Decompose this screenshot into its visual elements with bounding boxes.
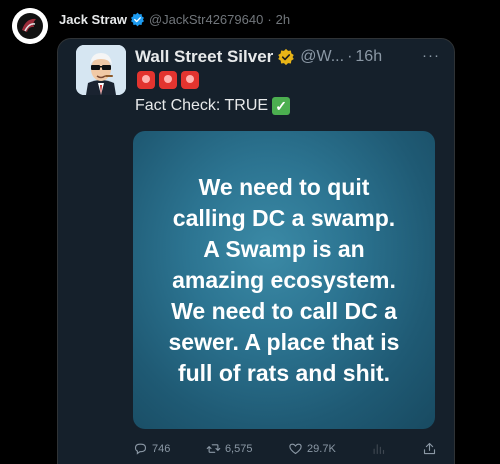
share-icon bbox=[423, 442, 436, 455]
like-button[interactable]: 29.7K bbox=[288, 441, 336, 456]
outer-tweet: Jack Straw @JackStr42679640 · 2h Wall St… bbox=[0, 0, 500, 464]
quoted-tweet-header: Wall Street Silver @W... · 16h bbox=[135, 45, 382, 69]
emoji-row bbox=[137, 71, 199, 89]
rotating-light-icon bbox=[137, 71, 155, 89]
tweet-image[interactable]: We need to quit calling DC a swamp. A Sw… bbox=[133, 131, 435, 429]
fact-check-text: Fact Check: TRUE bbox=[135, 97, 269, 114]
separator: · bbox=[347, 48, 353, 65]
check-mark-icon: ✓ bbox=[272, 97, 291, 115]
rotating-light-icon bbox=[159, 71, 177, 89]
avatar[interactable] bbox=[12, 8, 48, 44]
meme-line: A Swamp is an bbox=[203, 235, 365, 262]
reply-count: 746 bbox=[152, 442, 171, 455]
avatar-image bbox=[76, 45, 126, 95]
timestamp[interactable]: 2h bbox=[276, 12, 290, 27]
author-name[interactable]: Wall Street Silver bbox=[135, 47, 273, 67]
meme-line: We need to call DC a bbox=[171, 297, 397, 324]
like-count: 29.7K bbox=[307, 442, 336, 455]
retweet-button[interactable]: 6,575 bbox=[206, 441, 253, 456]
author-handle[interactable]: @JackStr42679640 bbox=[149, 12, 263, 27]
reply-icon bbox=[134, 443, 147, 455]
meme-line: sewer. A place that is bbox=[168, 328, 400, 355]
avatar[interactable] bbox=[76, 45, 126, 95]
meme-line: calling DC a swamp. bbox=[172, 204, 396, 231]
retweet-icon bbox=[206, 444, 221, 453]
share-button[interactable] bbox=[422, 441, 437, 456]
meme-line: full of rats and shit. bbox=[177, 359, 391, 386]
verified-badge-icon bbox=[130, 12, 144, 26]
meme-line: amazing ecosystem. bbox=[172, 266, 396, 293]
views-icon bbox=[373, 444, 385, 455]
heart-icon bbox=[289, 443, 302, 455]
timestamp[interactable]: 16h bbox=[355, 48, 382, 66]
meme-text: We need to quit calling DC a swamp. A Sw… bbox=[139, 172, 429, 389]
action-bar: 746 6,575 29.7K bbox=[133, 441, 437, 456]
avatar-image bbox=[12, 8, 48, 44]
more-options-icon[interactable]: ··· bbox=[422, 47, 440, 64]
author-name[interactable]: Jack Straw bbox=[59, 12, 127, 27]
reply-button[interactable]: 746 bbox=[133, 441, 170, 456]
rotating-light-icon bbox=[181, 71, 199, 89]
outer-tweet-header: Jack Straw @JackStr42679640 · 2h bbox=[59, 10, 290, 28]
tweet-text: Fact Check: TRUE ✓ bbox=[135, 97, 291, 115]
verified-badge-icon bbox=[278, 48, 295, 66]
views-button[interactable] bbox=[371, 441, 386, 456]
meme-line: We need to quit bbox=[198, 173, 370, 200]
separator: · bbox=[267, 11, 272, 27]
retweet-count: 6,575 bbox=[224, 442, 253, 455]
author-handle[interactable]: @W... bbox=[300, 48, 344, 66]
quoted-tweet[interactable]: Wall Street Silver @W... · 16h ··· Fact … bbox=[57, 38, 455, 464]
